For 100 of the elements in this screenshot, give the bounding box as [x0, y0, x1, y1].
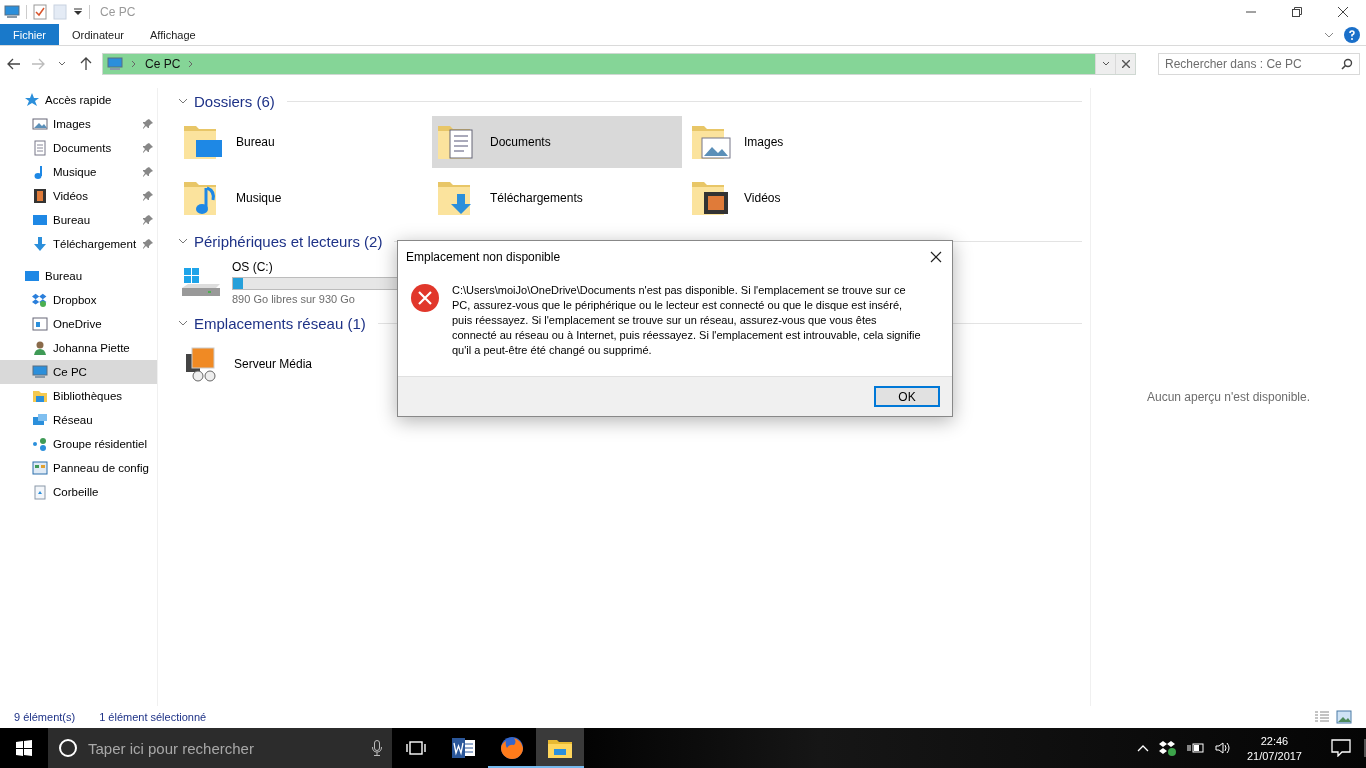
nav-item[interactable]: Bureau — [0, 208, 157, 232]
dialog-message: C:\Users\moiJo\OneDrive\Documents n'est pas disponible. Si l'emplacement se trouve sur ce PC, assurez-vous que le périphérique ou le lecteur est connecté ou que le disque est inséré, puis réessayez. Si l'emplacement se trouve sur un réseau, assurez-vous que vous êtes connecté au réseau ou à Internet, puis réessayez. Si l'emplacement est introuvable, cela signifie qu'il a peut-être été changé ou supprimé. — [452, 283, 922, 358]
clear-address-button[interactable] — [1115, 54, 1135, 74]
group-heading[interactable]: Dossiers (6) — [194, 92, 275, 110]
breadcrumb[interactable]: Ce PC — [145, 57, 181, 71]
folder-item[interactable]: Vidéos — [686, 172, 936, 224]
nav-item[interactable]: Téléchargement — [0, 232, 157, 256]
network-icon — [32, 412, 48, 428]
pin-icon — [143, 167, 153, 177]
search-field[interactable]: Rechercher dans : Ce PC — [1158, 53, 1360, 75]
film-icon — [32, 188, 48, 204]
pin-icon — [143, 143, 153, 153]
nav-item[interactable]: Images — [0, 112, 157, 136]
folder-item[interactable]: Images — [686, 116, 936, 168]
down-arrow-icon — [32, 236, 48, 252]
control-panel-icon — [32, 460, 48, 476]
folder-icon — [548, 738, 572, 758]
folder-item[interactable]: Documents — [432, 116, 682, 168]
cortana-circle-icon — [58, 738, 78, 758]
dropdown-icon — [73, 7, 83, 17]
pin-icon — [143, 119, 153, 129]
error-icon — [410, 283, 440, 313]
windows-logo-icon — [16, 740, 32, 756]
nav-item[interactable]: Johanna Piette — [0, 336, 157, 360]
chevron-icon[interactable] — [178, 318, 188, 328]
clock-date[interactable]: 21/07/2017 — [1246, 749, 1302, 762]
star-icon — [24, 92, 40, 108]
nav-item[interactable]: OneDrive — [0, 312, 157, 336]
forward-arrow-icon — [31, 58, 45, 70]
chevron-down-icon — [1101, 61, 1110, 67]
person-icon — [32, 340, 48, 356]
back-arrow-icon — [7, 58, 21, 70]
pin-icon — [143, 239, 153, 249]
close-icon[interactable] — [930, 251, 942, 263]
nav-item[interactable]: Accès rapide — [0, 88, 157, 112]
library-folder-icon — [32, 388, 48, 404]
taskbar-app-button[interactable] — [536, 728, 584, 768]
window-title: Ce PC — [100, 5, 136, 19]
group-heading[interactable]: Périphériques et lecteurs (2) — [194, 232, 383, 250]
free-space-text: 890 Go libres sur 930 Go — [232, 292, 356, 305]
status-text: 1 élément sélectionné — [99, 711, 207, 723]
nav-item[interactable]: Vidéos — [0, 184, 157, 208]
computer-icon — [32, 364, 48, 380]
ok-button[interactable]: OK — [874, 386, 940, 407]
large-icons-view-icon[interactable] — [1336, 710, 1352, 724]
show-hidden-icons-icon — [1136, 744, 1149, 752]
ribbon-tab[interactable]: Affichage — [137, 24, 209, 45]
chevron-icon[interactable] — [178, 96, 188, 106]
folder-item[interactable]: Musique — [178, 172, 428, 224]
pin-icon — [143, 191, 153, 201]
microphone-icon — [372, 740, 382, 756]
address-bar[interactable]: Ce PC — [102, 53, 1136, 75]
new-folder-icon — [53, 4, 67, 20]
file-menu-tab[interactable]: Fichier — [0, 24, 59, 45]
picture-icon — [32, 116, 48, 132]
status-text: 9 élément(s) — [14, 711, 76, 723]
chevron-icon[interactable] — [178, 236, 188, 246]
speaker-icon — [1214, 741, 1231, 755]
nav-item[interactable]: Bureau — [0, 264, 157, 288]
drive-window-icon — [32, 316, 48, 332]
nav-item[interactable]: Réseau — [0, 408, 157, 432]
word-document-icon — [452, 737, 476, 759]
recycle-bin-icon — [32, 484, 48, 500]
breadcrumb-chevron-icon — [131, 60, 137, 68]
chevron-down-icon — [58, 61, 66, 67]
nav-item[interactable]: Documents — [0, 136, 157, 160]
ribbon-tab[interactable]: Ordinateur — [59, 24, 137, 45]
nav-item[interactable]: Bibliothèques — [0, 384, 157, 408]
desktop-icon — [24, 268, 40, 284]
task-view-icon — [406, 740, 426, 756]
pin-icon — [143, 215, 153, 225]
help-icon[interactable] — [1344, 26, 1360, 43]
search-icon — [1341, 58, 1353, 70]
nav-item[interactable]: Dropbox — [0, 288, 157, 312]
dropbox-sync-icon — [1158, 740, 1177, 756]
taskbar-search-field[interactable]: Taper ici pour rechercher — [48, 728, 392, 768]
restore-icon — [1292, 7, 1302, 17]
breadcrumb-chevron-icon — [188, 60, 195, 68]
computer-icon — [4, 5, 20, 19]
nav-item[interactable]: Corbeille — [0, 480, 157, 504]
close-icon — [1338, 7, 1348, 17]
properties-icon — [33, 4, 47, 20]
computer-icon — [107, 57, 123, 71]
network-item[interactable]: Serveur Média — [178, 338, 428, 390]
dropbox-icon — [32, 292, 48, 308]
group-heading[interactable]: Emplacements réseau (1) — [194, 314, 366, 332]
up-arrow-icon — [80, 57, 92, 71]
homegroup-icon — [32, 436, 48, 452]
nav-item[interactable]: Groupe résidentiel — [0, 432, 157, 456]
nav-item[interactable]: Panneau de config — [0, 456, 157, 480]
battery-plug-icon — [1186, 742, 1205, 754]
fox-globe-icon — [500, 736, 524, 760]
nav-item[interactable]: Ce PC — [0, 360, 157, 384]
nav-item[interactable]: Musique — [0, 160, 157, 184]
speech-bubble-icon — [1331, 739, 1351, 757]
clock-time[interactable]: 22:46 — [1260, 734, 1289, 747]
dialog-title: Emplacement non disponible — [406, 250, 562, 264]
folder-item[interactable]: Téléchargements — [432, 172, 682, 224]
folder-item[interactable]: Bureau — [178, 116, 428, 168]
document-icon — [32, 140, 48, 156]
